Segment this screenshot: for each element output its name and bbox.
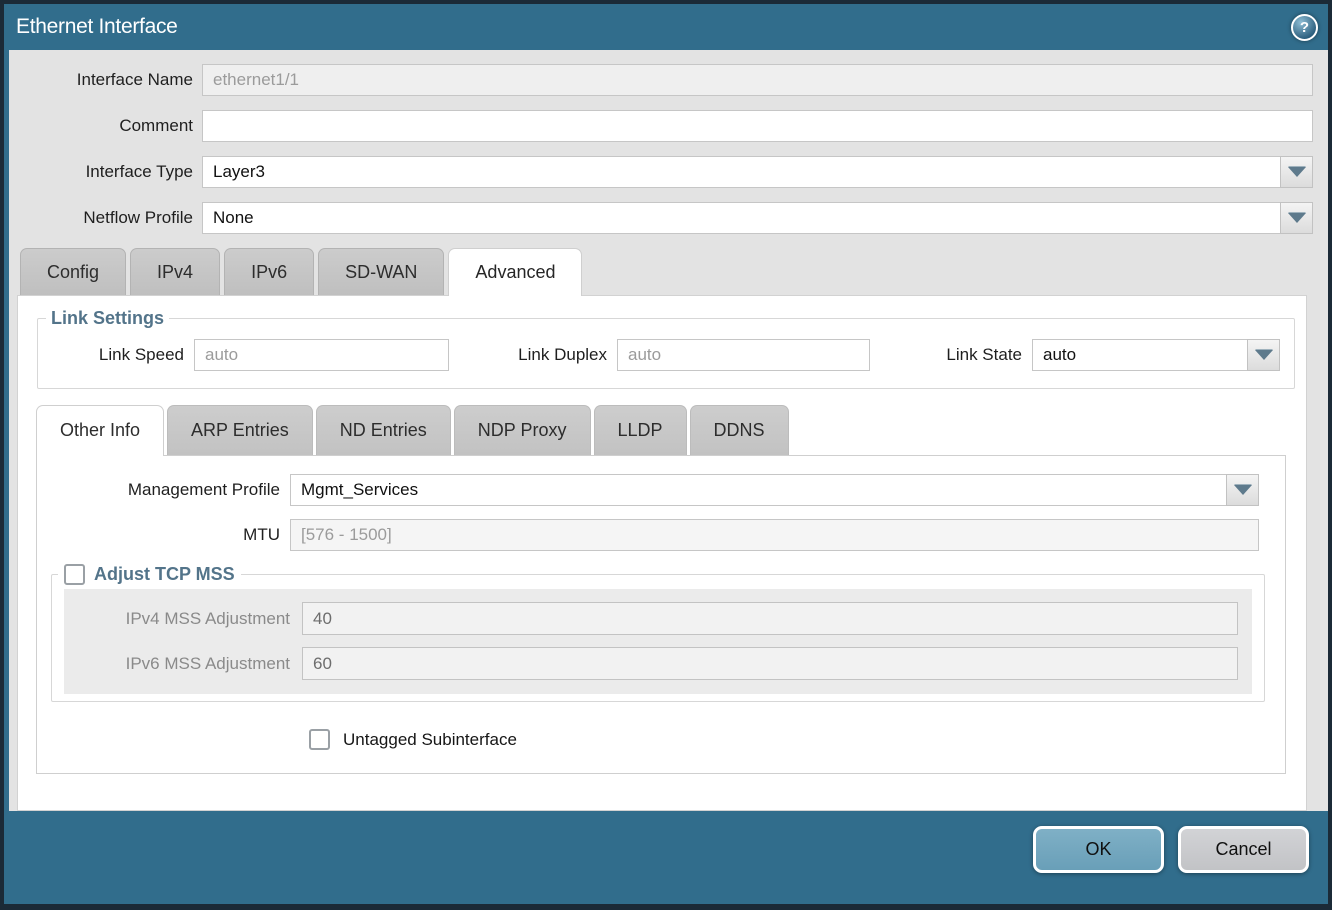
other-info-panel: Management Profile MTU Adjust TCP MSS	[36, 455, 1286, 774]
link-duplex-input[interactable]	[617, 339, 870, 371]
ipv6-mss-input[interactable]	[302, 647, 1238, 680]
management-profile-label: Management Profile	[37, 480, 290, 500]
adjust-tcp-mss-checkbox[interactable]	[64, 564, 85, 585]
mtu-label: MTU	[37, 525, 290, 545]
management-profile-row: Management Profile	[37, 474, 1259, 506]
ok-button[interactable]: OK	[1033, 826, 1164, 873]
untagged-subinterface-label: Untagged Subinterface	[343, 730, 517, 750]
link-state-dropdown-button[interactable]	[1247, 339, 1280, 371]
interface-type-row: Interface Type	[9, 156, 1313, 188]
link-settings-legend: Link Settings	[46, 308, 169, 329]
sub-tab-bar: Other Info ARP Entries ND Entries NDP Pr…	[18, 405, 1306, 455]
ipv4-mss-input[interactable]	[302, 602, 1238, 635]
link-speed-label: Link Speed	[38, 345, 194, 365]
cancel-button[interactable]: Cancel	[1178, 826, 1309, 873]
help-glyph: ?	[1300, 19, 1309, 36]
tab-ipv4[interactable]: IPv4	[130, 248, 220, 295]
interface-name-row: Interface Name	[9, 64, 1313, 96]
chevron-down-icon	[1288, 167, 1306, 177]
top-form: Interface Name Comment Interface Type	[9, 50, 1328, 248]
ipv4-mss-row: IPv4 MSS Adjustment	[64, 602, 1238, 635]
ethernet-interface-dialog: Ethernet Interface ? Interface Name Comm…	[0, 0, 1332, 910]
ipv4-mss-label: IPv4 MSS Adjustment	[64, 609, 302, 629]
adjust-tcp-mss-label: Adjust TCP MSS	[94, 564, 235, 585]
subtab-arp-entries[interactable]: ARP Entries	[167, 405, 313, 455]
subtab-ndp-proxy[interactable]: NDP Proxy	[454, 405, 591, 455]
mtu-input[interactable]	[290, 519, 1259, 551]
dialog-footer: OK Cancel	[9, 811, 1328, 904]
subtab-lldp[interactable]: LLDP	[594, 405, 687, 455]
link-state-label: Link State	[932, 345, 1032, 365]
mtu-row: MTU	[37, 519, 1259, 551]
advanced-tab-panel: Link Settings Link Speed Link Duplex Lin…	[17, 295, 1307, 811]
dialog-titlebar: Ethernet Interface ?	[4, 4, 1328, 50]
netflow-profile-input[interactable]	[202, 202, 1281, 234]
comment-label: Comment	[9, 116, 202, 136]
ipv6-mss-row: IPv6 MSS Adjustment	[64, 647, 1238, 680]
mss-disabled-panel: IPv4 MSS Adjustment IPv6 MSS Adjustment	[64, 589, 1252, 694]
chevron-down-icon	[1288, 213, 1306, 223]
dialog-body: Interface Name Comment Interface Type	[9, 50, 1328, 904]
link-settings-row: Link Speed Link Duplex Link State	[38, 329, 1294, 388]
untagged-subinterface-row: Untagged Subinterface	[309, 729, 1285, 750]
interface-name-label: Interface Name	[9, 70, 202, 90]
tab-sd-wan[interactable]: SD-WAN	[318, 248, 444, 295]
tab-config[interactable]: Config	[20, 248, 126, 295]
subtab-nd-entries[interactable]: ND Entries	[316, 405, 451, 455]
ipv6-mss-label: IPv6 MSS Adjustment	[64, 654, 302, 674]
chevron-down-icon	[1234, 485, 1252, 495]
dialog-title: Ethernet Interface	[16, 15, 178, 39]
adjust-tcp-mss-legend: Adjust TCP MSS	[58, 564, 241, 585]
netflow-profile-dropdown-button[interactable]	[1280, 202, 1313, 234]
interface-type-label: Interface Type	[9, 162, 202, 182]
link-speed-input[interactable]	[194, 339, 449, 371]
tab-advanced[interactable]: Advanced	[448, 248, 582, 296]
untagged-subinterface-checkbox[interactable]	[309, 729, 330, 750]
link-duplex-label: Link Duplex	[495, 345, 617, 365]
subtab-other-info[interactable]: Other Info	[36, 405, 164, 456]
comment-input[interactable]	[202, 110, 1313, 142]
link-state-input[interactable]	[1032, 339, 1248, 371]
interface-name-input[interactable]	[202, 64, 1313, 96]
interface-type-dropdown-button[interactable]	[1280, 156, 1313, 188]
subtab-ddns[interactable]: DDNS	[690, 405, 789, 455]
link-settings-fieldset: Link Settings Link Speed Link Duplex Lin…	[37, 308, 1295, 389]
tab-ipv6[interactable]: IPv6	[224, 248, 314, 295]
netflow-profile-row: Netflow Profile	[9, 202, 1313, 234]
netflow-profile-label: Netflow Profile	[9, 208, 202, 228]
comment-row: Comment	[9, 110, 1313, 142]
management-profile-input[interactable]	[290, 474, 1227, 506]
help-icon[interactable]: ?	[1291, 14, 1318, 41]
adjust-tcp-mss-fieldset: Adjust TCP MSS IPv4 MSS Adjustment IPv6 …	[51, 564, 1265, 702]
interface-type-input[interactable]	[202, 156, 1281, 188]
chevron-down-icon	[1255, 350, 1273, 360]
main-tab-bar: Config IPv4 IPv6 SD-WAN Advanced	[9, 248, 1328, 295]
management-profile-dropdown-button[interactable]	[1226, 474, 1259, 506]
